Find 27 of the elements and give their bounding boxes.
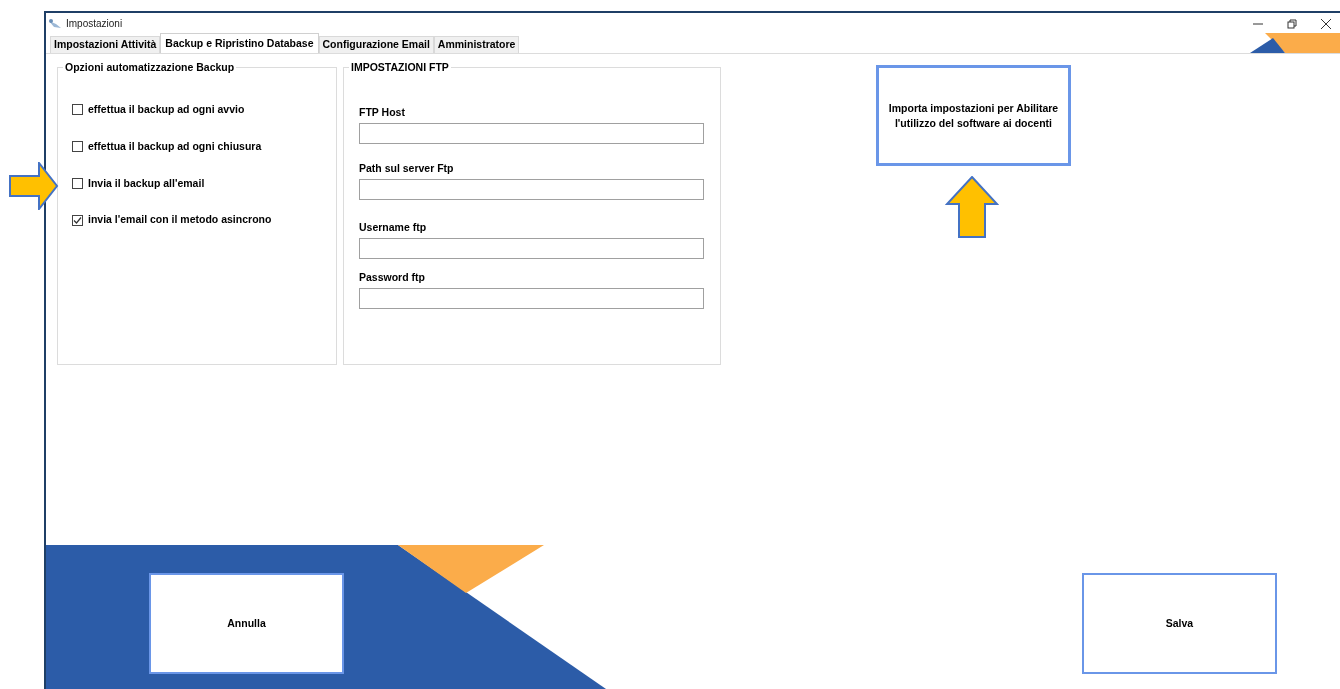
input-field[interactable] [359, 238, 704, 259]
restore-icon[interactable] [1286, 17, 1298, 30]
window-title: Impostazioni [66, 17, 123, 31]
checkbox[interactable]: effettua il backup ad ogni chiusura [72, 138, 262, 155]
field-label: Path sul server Ftp [359, 162, 455, 175]
field-label: FTP Host [359, 106, 406, 119]
app-icon [48, 17, 62, 30]
field-label: Password ftp [359, 271, 426, 284]
close-icon[interactable] [1320, 17, 1332, 30]
tab[interactable]: Backup e Ripristino Database [160, 33, 319, 53]
field-label: Username ftp [359, 221, 428, 234]
tab[interactable]: Impostazioni Attività [50, 36, 161, 53]
arrow-right-icon [9, 162, 59, 210]
action-button[interactable]: Salva [1082, 573, 1277, 674]
tab[interactable]: Configurazione Email [318, 36, 434, 53]
action-button[interactable]: Annulla [149, 573, 344, 674]
checkmark-icon [73, 215, 82, 225]
tab[interactable]: Amministratore [433, 36, 520, 53]
arrow-up-icon [945, 176, 999, 239]
panel-title: Opzioni automatizzazione Backup [63, 60, 237, 76]
input-field[interactable] [359, 179, 704, 200]
import-settings-button[interactable]: Importa impostazioni per Abilitare l'utilizzo del software ai docenti [876, 65, 1071, 166]
input-field[interactable] [359, 288, 704, 309]
checkbox[interactable]: invia l'email con il metodo asincrono [72, 212, 272, 228]
input-field[interactable] [359, 123, 704, 144]
checkbox[interactable]: Invia il backup all'email [72, 175, 205, 192]
checkbox[interactable]: effettua il backup ad ogni avvio [72, 102, 245, 118]
